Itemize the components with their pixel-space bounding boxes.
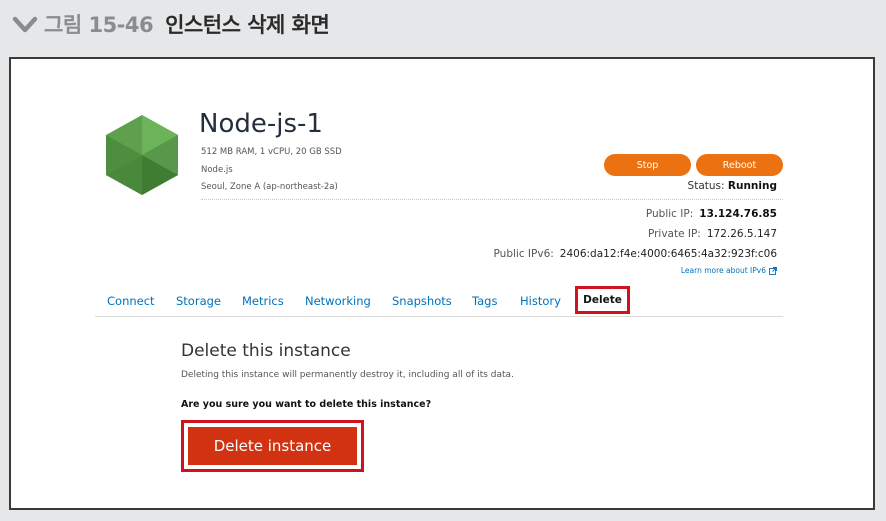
instance-platform: Node.js: [201, 165, 233, 175]
instance-name: Node-js-1: [199, 109, 323, 139]
status-row: Status: Running: [688, 180, 777, 192]
public-ipv6-row: Public IPv6: 2406:da12:f4e:4000:6465:4a32…: [494, 248, 777, 260]
divider: [201, 199, 783, 200]
tab-metrics[interactable]: Metrics: [242, 294, 284, 308]
stop-button[interactable]: Stop: [604, 154, 691, 176]
tab-snapshots[interactable]: Snapshots: [392, 294, 452, 308]
figure-title: 인스턴스 삭제 화면: [165, 13, 330, 37]
reboot-button[interactable]: Reboot: [696, 154, 783, 176]
private-ip-value: 172.26.5.147: [706, 228, 777, 240]
external-link-icon: [769, 266, 777, 275]
delete-confirm-question: Are you sure you want to delete this ins…: [181, 399, 432, 410]
delete-section-title: Delete this instance: [181, 341, 351, 361]
tab-history[interactable]: History: [520, 294, 561, 308]
delete-button-highlight: Delete instance: [181, 420, 364, 472]
public-ip-row: Public IP: 13.124.76.85: [646, 208, 777, 220]
instance-spec: 512 MB RAM, 1 vCPU, 20 GB SSD: [201, 147, 342, 157]
screenshot-frame: Node-js-1 512 MB RAM, 1 vCPU, 20 GB SSD …: [9, 57, 875, 510]
public-ip-value: 13.124.76.85: [699, 208, 777, 220]
public-ip-label: Public IP:: [645, 208, 694, 220]
public-ipv6-value: 2406:da12:f4e:4000:6465:4a32:923f:c06: [559, 248, 777, 260]
instance-zone: Seoul, Zone A (ap-northeast-2a): [201, 182, 338, 192]
public-ipv6-label: Public IPv6:: [493, 248, 554, 260]
instance-tabs: Connect Storage Metrics Networking Snaps…: [95, 285, 783, 317]
delete-section-description: Deleting this instance will permanently …: [181, 370, 514, 380]
figure-header: 그림 15-46 인스턴스 삭제 화면: [0, 0, 886, 48]
delete-instance-button[interactable]: Delete instance: [188, 427, 357, 465]
tab-delete[interactable]: Delete: [575, 286, 630, 314]
tab-storage[interactable]: Storage: [176, 294, 221, 308]
learn-ipv6-label: Learn more about IPv6: [680, 266, 766, 275]
tab-networking[interactable]: Networking: [305, 294, 371, 308]
tab-connect[interactable]: Connect: [107, 294, 155, 308]
status-label: Status:: [687, 180, 725, 192]
nodejs-logo-icon: [106, 115, 178, 195]
figure-number: 그림 15-46: [44, 13, 154, 37]
chevron-down-icon: [12, 16, 38, 33]
private-ip-row: Private IP: 172.26.5.147: [648, 228, 777, 240]
tab-tags[interactable]: Tags: [472, 294, 497, 308]
learn-ipv6-link[interactable]: Learn more about IPv6: [681, 266, 777, 275]
status-value: Running: [727, 180, 777, 192]
private-ip-label: Private IP:: [647, 228, 701, 240]
